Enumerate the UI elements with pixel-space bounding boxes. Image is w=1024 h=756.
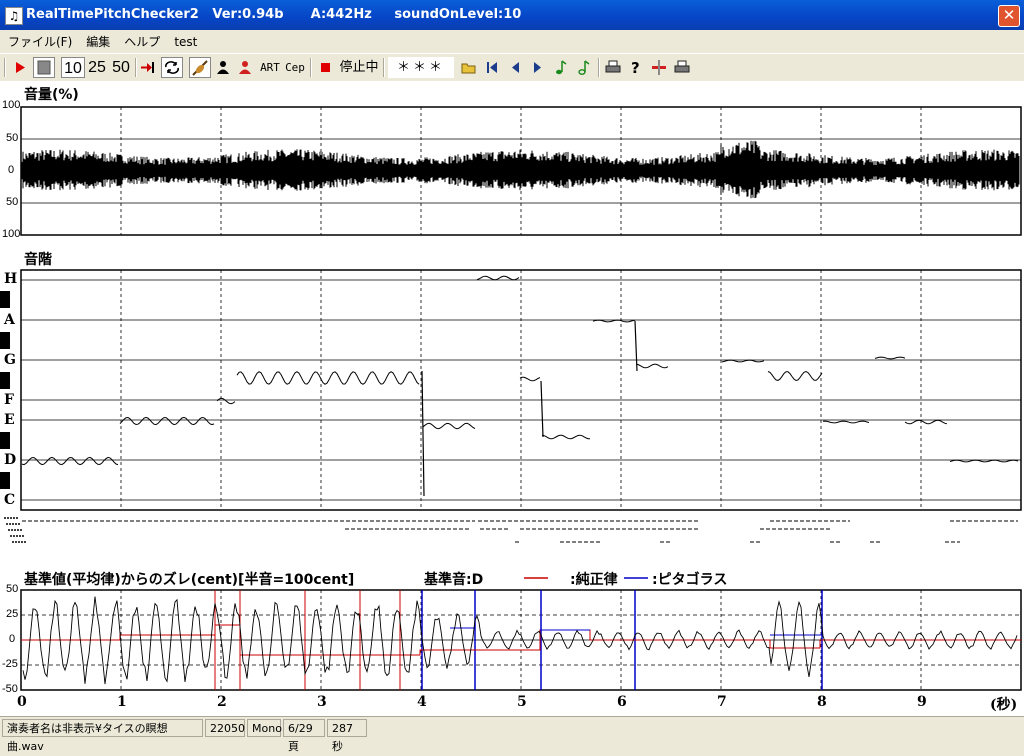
open-folder-icon[interactable] [459, 57, 479, 78]
plots-canvas [4, 106, 1022, 691]
menu-test[interactable]: test [166, 32, 203, 49]
menu-file[interactable]: ファイル(F) [0, 30, 78, 50]
jump-end-icon[interactable] [138, 57, 158, 78]
app-icon[interactable]: ♫ [5, 7, 23, 25]
loop-icon[interactable] [161, 57, 183, 78]
help-icon[interactable]: ? [626, 57, 646, 78]
play-button[interactable] [10, 57, 30, 78]
print-preview-icon[interactable] [672, 57, 692, 78]
window-title: RealTimePitchChecker2 Ver:0.94b A:442Hz … [26, 7, 522, 22]
toolbar-separator [383, 58, 385, 77]
toolbar: 10 25 50 ART Cep 停止中 ＊＊＊ ? [0, 53, 1024, 82]
toolbar-separator [598, 58, 600, 77]
status-length: 287秒 [327, 719, 367, 753]
stop-button[interactable] [33, 57, 55, 78]
close-button[interactable]: ✕ [998, 5, 1020, 27]
status-rate: 22050 [205, 719, 245, 737]
toolbar-separator [135, 58, 137, 77]
prev-page-icon[interactable] [505, 57, 525, 78]
zoom-25-button[interactable]: 25 [85, 57, 109, 78]
toolbar-separator [310, 58, 312, 77]
status-label: 停止中 [339, 60, 379, 75]
status-file: 演奏者名は非表示¥タイスの瞑想曲.wav [2, 719, 203, 753]
note-icon[interactable] [551, 57, 571, 78]
zoom-50-button[interactable]: 50 [109, 57, 133, 78]
note-outline-icon[interactable] [574, 57, 594, 78]
status-page: 6/29頁 [283, 719, 325, 753]
toolbar-grip [4, 58, 6, 77]
person-icon[interactable] [213, 57, 233, 78]
record-icon[interactable] [317, 57, 335, 78]
graph-area: 音量(%) 100 50 0 50 100 音階 H A G F E D C 基… [0, 81, 1024, 716]
person-red-icon[interactable] [235, 57, 255, 78]
svg-text:?: ? [631, 59, 640, 77]
menu-edit[interactable]: 編集 [78, 30, 116, 50]
cep-button[interactable]: Cep [283, 57, 307, 78]
status-channels: Mono [247, 719, 282, 737]
first-page-icon[interactable] [482, 57, 502, 78]
split-icon[interactable] [649, 57, 669, 78]
art-button[interactable]: ART [258, 57, 282, 78]
menu-help[interactable]: ヘルプ [116, 30, 166, 50]
violin-icon[interactable] [189, 57, 211, 78]
title-bar: ♫ RealTimePitchChecker2 Ver:0.94b A:442H… [0, 0, 1024, 30]
menu-bar: ファイル(F) 編集 ヘルプ test [0, 30, 1024, 52]
note-display: ＊＊＊ [388, 57, 454, 78]
print-icon[interactable] [603, 57, 623, 78]
next-page-icon[interactable] [528, 57, 548, 78]
zoom-10-button[interactable]: 10 [61, 57, 85, 78]
status-bar: 演奏者名は非表示¥タイスの瞑想曲.wav 22050 Mono 6/29頁 28… [0, 716, 1024, 753]
